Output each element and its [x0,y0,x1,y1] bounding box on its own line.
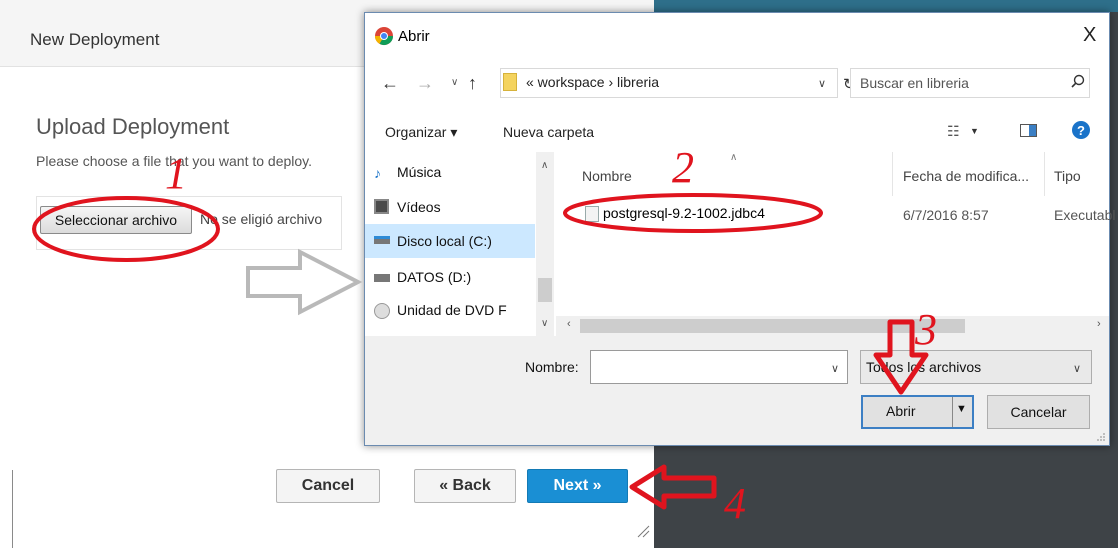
address-dropdown-icon[interactable]: ∨ [818,77,826,90]
column-divider[interactable] [892,152,893,196]
scroll-right-icon[interactable]: › [1097,318,1101,330]
sidebar-item-datos[interactable]: DATOS (D:) [397,269,471,285]
chrome-icon [375,27,393,46]
drive-d-icon [374,274,390,282]
view-options-icon[interactable]: ☷ [947,123,960,140]
resize-grip-icon[interactable] [636,524,650,538]
file-row-type: Executabl [1054,207,1116,223]
new-folder-button[interactable]: Nueva carpeta [503,124,594,140]
back-arrow-icon[interactable]: ← [381,73,399,94]
column-date[interactable]: Fecha de modifica... [903,168,1029,184]
file-type-value: Todos los archivos [866,359,982,375]
horizontal-scroll-thumb[interactable] [580,319,965,333]
dialog-cancel-button[interactable]: Cancelar [987,395,1090,429]
breadcrumb[interactable]: « workspace › libreria [526,74,659,90]
dvd-icon [374,303,390,319]
dialog-title: Abrir [398,28,430,45]
dialog-resize-grip-icon[interactable] [1096,432,1106,442]
sidebar-item-videos[interactable]: Vídeos [397,199,441,215]
folder-icon [503,73,517,91]
search-placeholder: Buscar en libreria [860,75,969,91]
preview-pane-icon[interactable] [1020,124,1037,137]
open-button-divider [952,397,953,427]
open-button-label: Abrir [886,403,916,419]
search-icon[interactable] [1071,74,1085,88]
file-status-text: No se eligió archivo [200,211,323,227]
help-icon[interactable]: ? [1072,121,1090,139]
back-button[interactable]: « Back [414,469,516,503]
scroll-left-icon[interactable]: ‹ [567,318,571,330]
music-icon: ♪ [374,165,381,181]
sidebar-scroll-thumb[interactable] [538,278,552,302]
sidebar-item-dvd[interactable]: Unidad de DVD F [397,302,507,318]
choose-file-button[interactable]: Seleccionar archivo [40,206,192,234]
recent-locations-chevron-icon[interactable]: ∨ [451,77,458,88]
video-icon [374,199,389,214]
filename-dropdown-icon[interactable]: ∨ [831,362,839,375]
sidebar-scrollbar[interactable] [536,152,554,336]
dialog-toolbar [365,114,1109,152]
sidebar-item-disco-local[interactable]: Disco local (C:) [397,233,492,249]
upload-description: Please choose a file that you want to de… [36,153,313,169]
file-type-dropdown-icon[interactable]: ∨ [1073,362,1081,375]
close-icon[interactable]: X [1083,24,1096,47]
jar-file-icon [585,206,599,222]
file-row-date: 6/7/2016 8:57 [903,207,989,223]
column-divider[interactable] [1044,152,1045,196]
background-window-titlebar [654,0,1118,12]
sidebar-item-musica[interactable]: Música [397,164,441,180]
filename-label: Nombre: [525,359,579,375]
next-button[interactable]: Next » [527,469,628,503]
sort-ascending-icon: ∧ [730,152,738,163]
column-name[interactable]: Nombre [582,168,632,184]
wizard-border [12,470,13,548]
scroll-down-icon[interactable]: ∨ [541,318,548,329]
view-options-chevron-icon[interactable]: ▼ [970,126,979,136]
file-row-name[interactable]: postgresql-9.2-1002.jdbc4 [603,205,765,221]
filename-input[interactable] [590,350,848,384]
column-type[interactable]: Tipo [1054,168,1081,184]
upload-heading: Upload Deployment [36,114,230,139]
open-options-chevron-icon[interactable]: ▼ [956,403,967,415]
scroll-up-icon[interactable]: ∧ [541,160,548,171]
cancel-button[interactable]: Cancel [276,469,380,503]
wizard-title: New Deployment [30,30,160,49]
forward-arrow-icon[interactable]: → [416,73,434,94]
drive-c-icon [374,236,390,244]
organize-menu[interactable]: Organizar ▾ [385,124,457,141]
up-arrow-icon[interactable]: ↑ [468,73,477,94]
